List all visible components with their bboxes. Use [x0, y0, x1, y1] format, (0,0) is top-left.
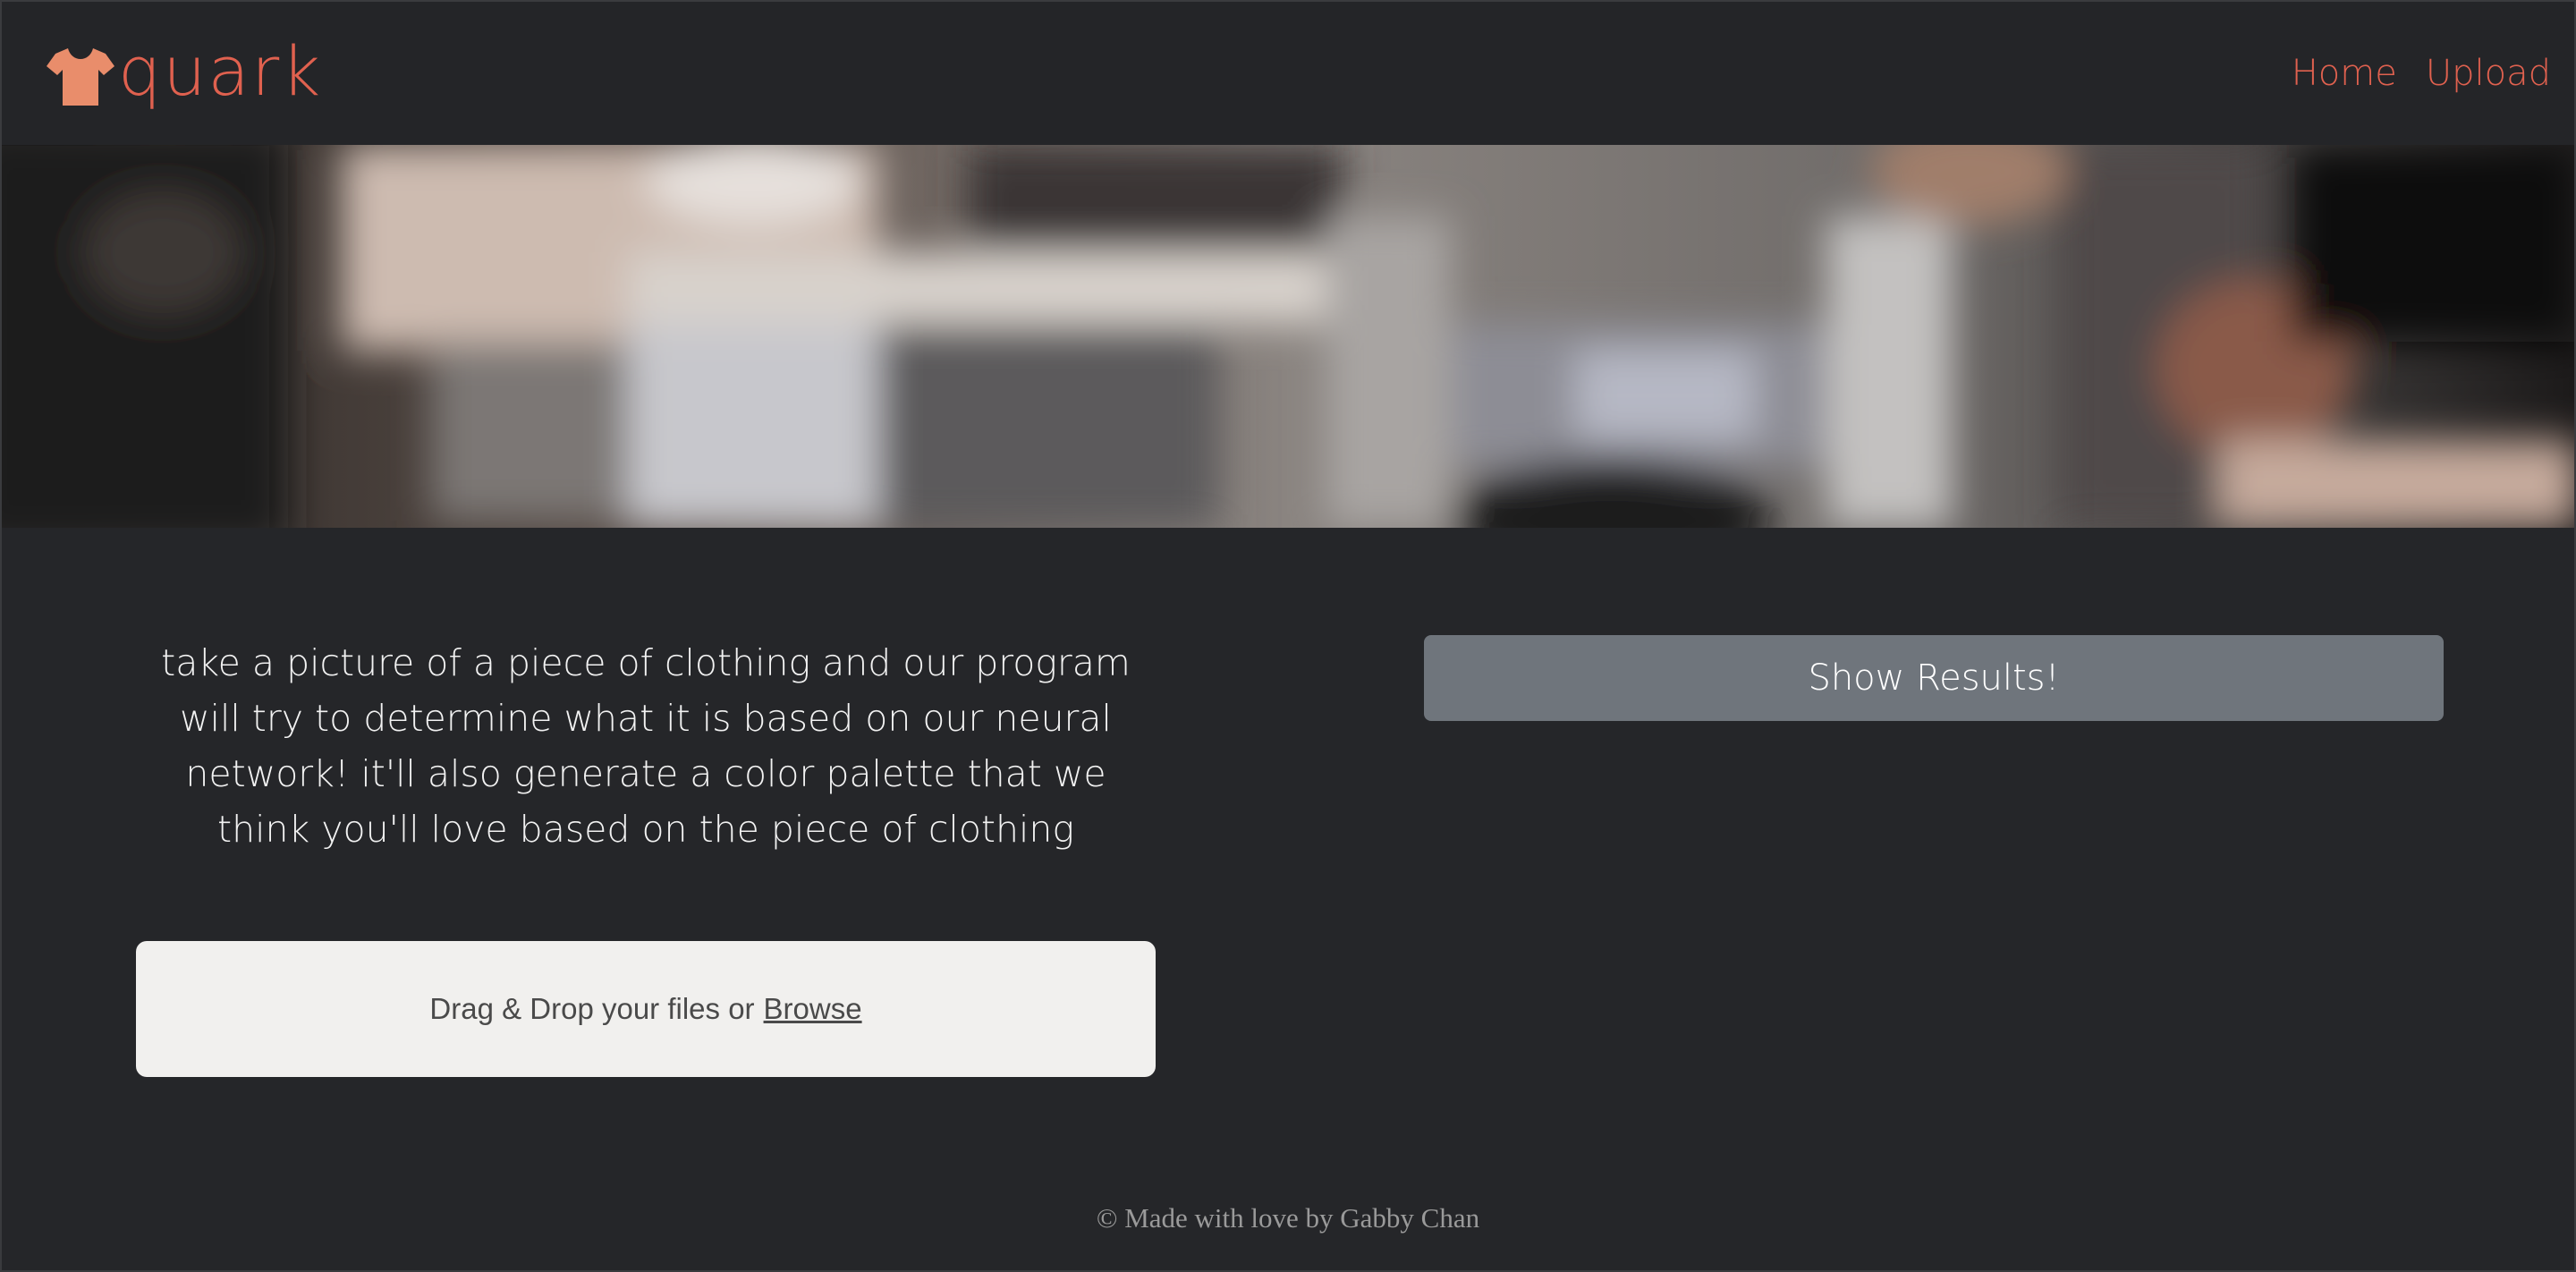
brand-name: quark	[118, 31, 323, 111]
tshirt-icon	[47, 48, 114, 106]
browse-link[interactable]: Browse	[764, 992, 862, 1026]
file-dropzone[interactable]: Drag & Drop your files or Browse	[136, 941, 1156, 1077]
footer-credit: © Made with love by Gabby Chan	[1096, 1202, 1480, 1234]
brand-logo-link[interactable]: quark	[45, 31, 323, 118]
nav-link-home[interactable]: Home	[2292, 48, 2397, 98]
page: quark Home Upload take a picture of a pi…	[0, 0, 2576, 1272]
nav-menu: Home Upload	[2292, 48, 2551, 98]
show-results-button[interactable]: Show Results!	[1424, 635, 2444, 721]
navbar: quark Home Upload	[2, 2, 2574, 145]
dropzone-prompt: Drag & Drop your files or	[429, 992, 755, 1025]
blurred-workspace-photo	[2, 145, 2574, 528]
hero-banner-image	[2, 145, 2574, 528]
nav-link-upload[interactable]: Upload	[2426, 48, 2551, 98]
intro-text: take a picture of a piece of clothing an…	[161, 641, 1131, 851]
